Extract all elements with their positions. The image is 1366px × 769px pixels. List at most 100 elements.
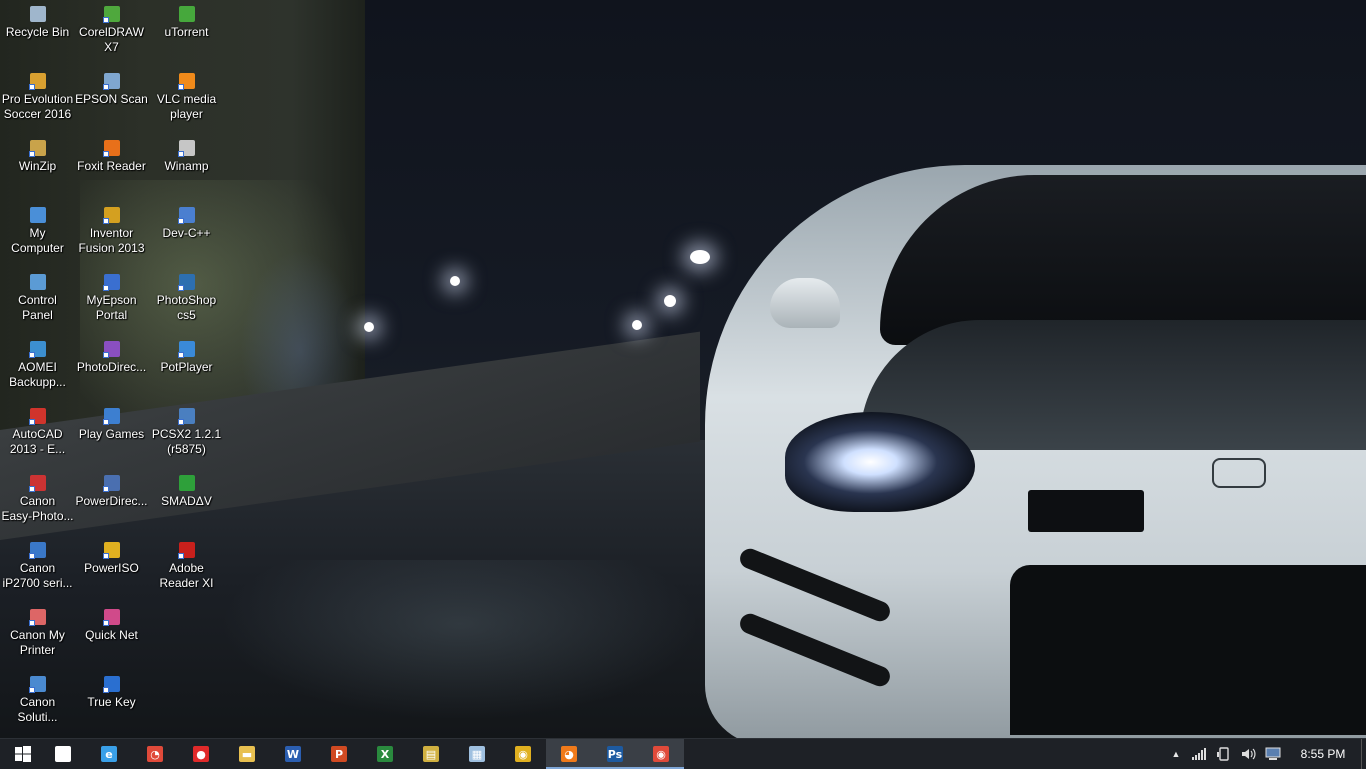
desktop-icon-label: My Computer — [11, 226, 64, 255]
desktop-icon-label: Control Panel — [18, 293, 57, 322]
internet-explorer-glyph: e — [101, 746, 117, 762]
desktop-icon-label: EPSON Scan — [75, 92, 148, 106]
desktop-icon[interactable]: AOMEI Backupp... — [0, 335, 75, 399]
desktop-icon[interactable]: SMADΔV — [149, 469, 224, 533]
car-plate — [1028, 490, 1144, 532]
chrome-open-icon[interactable]: ◉ — [638, 739, 684, 769]
firefox-icon[interactable]: ◕ — [546, 739, 592, 769]
desktop-icon-label: Canon Easy-Photo... — [1, 494, 74, 523]
desktop-icon[interactable]: Adobe Reader XI — [149, 536, 224, 600]
autocad-icon — [28, 408, 46, 425]
speedometer-app-glyph: ◔ — [147, 746, 163, 762]
desktop-icon[interactable]: Foxit Reader — [74, 134, 149, 198]
desktop-icon[interactable]: Inventor Fusion 2013 — [74, 201, 149, 265]
desktop-icon[interactable]: VLC media player — [149, 67, 224, 131]
street-lamp — [364, 322, 374, 332]
smadav-icon — [178, 475, 195, 491]
car-mirror — [770, 278, 840, 328]
device-icon[interactable] — [1213, 739, 1235, 769]
canon-icon — [28, 676, 46, 693]
desktop-icon-label: PotPlayer — [160, 360, 213, 374]
desktop-icon-label: Play Games — [78, 427, 145, 441]
desktop-icon[interactable]: WinZip — [0, 134, 75, 198]
firefox-glyph: ◕ — [561, 746, 577, 762]
excel-icon[interactable]: X — [362, 739, 408, 769]
winamp-icon — [177, 140, 195, 157]
desktop-icon[interactable]: Play Games — [74, 402, 149, 466]
desktop-icon[interactable]: Canon My Printer — [0, 603, 75, 667]
powerdirector-icon — [102, 475, 120, 492]
foxit-icon — [102, 140, 120, 157]
notepad-icon[interactable]: ▦ — [454, 739, 500, 769]
desktop-icon[interactable]: MyEpson Portal — [74, 268, 149, 332]
aomei-icon — [28, 341, 46, 358]
record-icon[interactable]: ● — [178, 739, 224, 769]
desktop-icon[interactable]: PhotoShop cs5 — [149, 268, 224, 332]
winzip-taskbar-icon[interactable]: ▤ — [408, 739, 454, 769]
desktop-icon[interactable]: PowerDirec... — [74, 469, 149, 533]
street-lamp — [664, 295, 676, 307]
pes-icon — [28, 73, 46, 90]
pcsx2-icon — [177, 408, 195, 425]
utorrent-icon — [178, 6, 195, 22]
street-puddle — [220, 560, 700, 720]
desktop-icon-label: Canon iP2700 seri... — [2, 561, 73, 590]
desktop-icon[interactable]: True Key — [74, 670, 149, 734]
desktop-icon[interactable]: PotPlayer — [149, 335, 224, 399]
desktop-icon[interactable]: My Computer — [0, 201, 75, 265]
chrome-icon[interactable]: ◉ — [500, 739, 546, 769]
winzip-icon — [28, 140, 46, 157]
desktop-icon-label: Winamp — [164, 159, 209, 173]
file-explorer-icon[interactable]: ▬ — [224, 739, 270, 769]
desktop-icon[interactable]: PhotoDirec... — [74, 335, 149, 399]
desktop-icon[interactable]: PowerISO — [74, 536, 149, 600]
desktop-icon-label: Canon Soluti... — [17, 695, 58, 724]
photoshop-taskbar-icon[interactable]: Ps — [592, 739, 638, 769]
word-icon[interactable]: W — [270, 739, 316, 769]
desktop-icon-label: Dev-C++ — [162, 226, 211, 240]
excel-glyph: X — [377, 746, 393, 762]
speaker-icon[interactable] — [1237, 739, 1259, 769]
file-explorer-glyph: ▬ — [239, 746, 255, 762]
recycle-bin-icon — [29, 6, 46, 22]
powerpoint-icon[interactable]: P — [316, 739, 362, 769]
desktop-icon[interactable]: Winamp — [149, 134, 224, 198]
desktop-icon[interactable]: Dev-C++ — [149, 201, 224, 265]
signal-bars-icon[interactable] — [1188, 739, 1210, 769]
control-panel-icon — [29, 274, 46, 290]
car-intake — [1010, 565, 1366, 735]
desktop-icon[interactable]: EPSON Scan — [74, 67, 149, 131]
show-desktop-button[interactable] — [1361, 739, 1366, 769]
desktop-icon[interactable]: CorelDRAW X7 — [74, 0, 149, 64]
record-glyph: ● — [193, 746, 209, 762]
winzip-taskbar-glyph: ▤ — [423, 746, 439, 762]
desktop-icon[interactable]: Canon Soluti... — [0, 670, 75, 734]
desktop-icon[interactable]: Recycle Bin — [0, 0, 75, 64]
potplayer-icon — [177, 341, 195, 358]
photoshop-taskbar-glyph: Ps — [607, 746, 623, 762]
desktop-icon[interactable]: AutoCAD 2013 - E... — [0, 402, 75, 466]
word-glyph: W — [285, 746, 301, 762]
desktop-icon[interactable]: PCSX2 1.2.1 (r5875) — [149, 402, 224, 466]
home-icon[interactable]: ⌂ — [40, 739, 86, 769]
desktop-icon[interactable]: Control Panel — [0, 268, 75, 332]
vlc-icon — [177, 73, 195, 90]
desktop-icon-label: Pro Evolution Soccer 2016 — [1, 92, 74, 121]
desktop-icon-label: MyEpson Portal — [86, 293, 137, 322]
desktop-icon-label: Canon My Printer — [10, 628, 65, 657]
desktop-icon-label: uTorrent — [164, 25, 209, 39]
tray-chevron-icon[interactable]: ▲ — [1167, 739, 1185, 769]
desktop-icon-label: AOMEI Backupp... — [9, 360, 66, 389]
taskbar-clock[interactable]: 8:55 PM — [1290, 739, 1356, 769]
internet-explorer-icon[interactable]: e — [86, 739, 132, 769]
desktop-icon[interactable]: Canon iP2700 seri... — [0, 536, 75, 600]
street-lamp — [632, 320, 642, 330]
desktop-icon[interactable]: Quick Net — [74, 603, 149, 667]
speedometer-app-icon[interactable]: ◔ — [132, 739, 178, 769]
desktop-icon[interactable]: Pro Evolution Soccer 2016 — [0, 67, 75, 131]
screen-icon[interactable] — [1261, 739, 1285, 769]
desktop-icon[interactable]: Canon Easy-Photo... — [0, 469, 75, 533]
desktop-icon-label: True Key — [87, 695, 136, 709]
desktop-icon-label: PhotoDirec... — [76, 360, 147, 374]
desktop-icon[interactable]: uTorrent — [149, 0, 224, 64]
